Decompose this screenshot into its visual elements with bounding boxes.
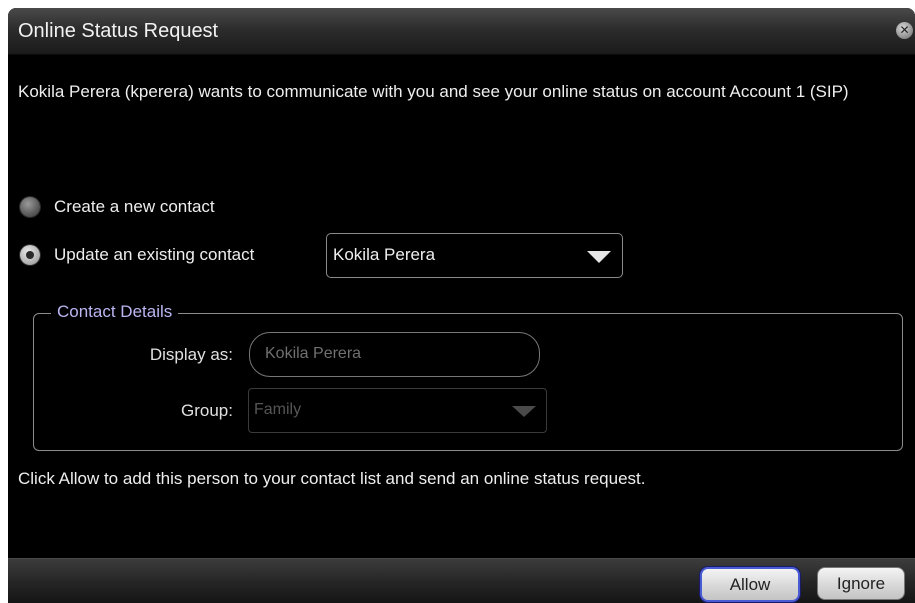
group-label: Group: bbox=[181, 401, 233, 420]
button-bar: Allow Ignore bbox=[8, 558, 915, 603]
window-title: Online Status Request bbox=[18, 20, 219, 42]
create-contact-label: Create a new contact bbox=[54, 197, 215, 216]
chevron-down-icon[interactable] bbox=[587, 251, 611, 263]
group-select-value: Family bbox=[254, 401, 302, 418]
contact-details-legend: Contact Details bbox=[51, 302, 179, 322]
title-bar[interactable]: Online Status Request ✕ bbox=[8, 8, 915, 55]
display-as-label: Display as: bbox=[149, 345, 233, 364]
close-icon[interactable]: ✕ bbox=[896, 22, 913, 39]
display-as-placeholder: Kokila Perera bbox=[265, 345, 362, 362]
create-contact-radio[interactable] bbox=[20, 197, 40, 217]
footer-message: Click Allow to add this person to your c… bbox=[18, 469, 646, 488]
ignore-button[interactable]: Ignore bbox=[817, 567, 905, 600]
display-as-input[interactable]: Kokila Perera bbox=[249, 332, 540, 377]
group-select[interactable]: Family bbox=[248, 388, 547, 433]
request-message: Kokila Perera (kperera) wants to communi… bbox=[18, 82, 849, 101]
update-contact-radio[interactable] bbox=[20, 245, 40, 265]
online-status-request-dialog: Online Status Request ✕ Kokila Perera (k… bbox=[8, 8, 915, 603]
create-contact-option[interactable]: Create a new contact bbox=[20, 194, 215, 220]
allow-button[interactable]: Allow bbox=[700, 567, 800, 602]
existing-contact-select[interactable]: Kokila Perera bbox=[326, 233, 623, 278]
existing-contact-value: Kokila Perera bbox=[333, 245, 436, 264]
chevron-down-icon[interactable] bbox=[512, 406, 536, 417]
update-contact-label: Update an existing contact bbox=[54, 245, 255, 264]
update-contact-option[interactable]: Update an existing contact bbox=[20, 242, 254, 268]
radio-selected-dot bbox=[26, 251, 34, 259]
